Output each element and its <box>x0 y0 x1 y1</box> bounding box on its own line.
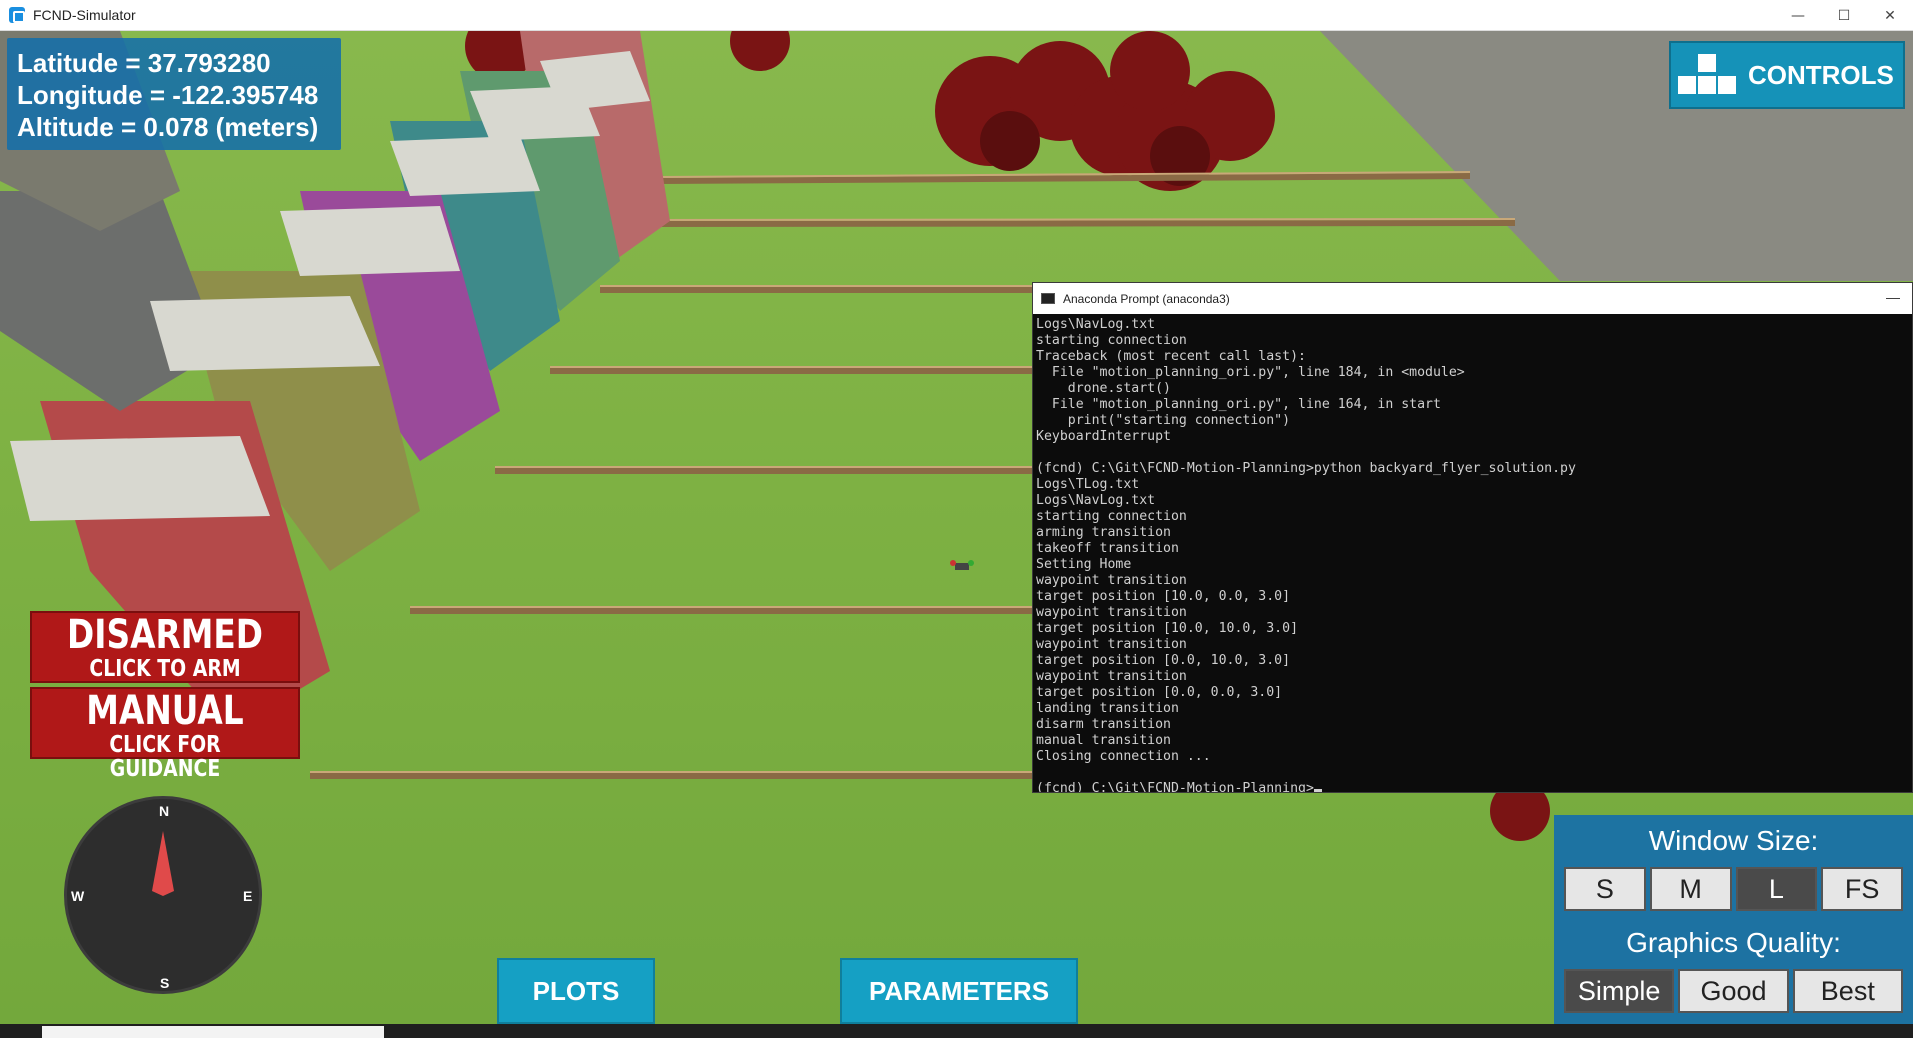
plots-label: PLOTS <box>532 975 620 1006</box>
taskbar-search[interactable] <box>42 1026 384 1038</box>
terminal-line: Logs\TLog.txt <box>1036 477 1140 492</box>
terminal-line: drone.start() <box>1036 381 1171 396</box>
terminal-line: Closing connection ... <box>1036 749 1211 764</box>
controls-button[interactable]: CONTROLS <box>1669 41 1905 109</box>
window-titlebar: FCND-Simulator — ☐ ✕ <box>0 0 1913 31</box>
drone-marker <box>950 560 974 570</box>
mode-status-title: MANUAL <box>86 688 244 734</box>
terminal-line: Setting Home <box>1036 557 1132 572</box>
window-controls: — ☐ ✕ <box>1775 0 1913 31</box>
taskbar <box>0 1024 1913 1038</box>
parameters-label: PARAMETERS <box>868 975 1050 1006</box>
terminal-icon <box>1041 293 1055 304</box>
controls-label: CONTROLS <box>1748 59 1894 90</box>
terminal-line: target position [10.0, 10.0, 3.0] <box>1036 621 1299 636</box>
terminal-titlebar: Anaconda Prompt (anaconda3) — <box>1033 283 1912 314</box>
altitude-label: Altitude = 0.078 (meters) <box>17 112 319 142</box>
terminal-line: starting connection <box>1036 333 1187 348</box>
terminal-line: Traceback (most recent call last): <box>1036 349 1306 364</box>
graphics-simple-button[interactable]: Simple <box>1564 969 1675 1013</box>
terminal-minimize-button[interactable]: — <box>1886 289 1900 305</box>
terminal-line: target position [0.0, 10.0, 3.0] <box>1036 653 1291 668</box>
window-size-m-button[interactable]: M <box>1649 867 1732 911</box>
window-size-heading: Window Size: <box>1648 825 1819 856</box>
terminal-line: waypoint transition <box>1036 573 1187 588</box>
terminal-window[interactable]: Anaconda Prompt (anaconda3) — Logs\NavLo… <box>1032 282 1913 793</box>
mode-toggle-button[interactable]: MANUAL CLICK FOR GUIDANCE <box>30 687 300 781</box>
parameters-button[interactable]: PARAMETERS <box>840 958 1078 1024</box>
arm-status-subtitle: CLICK TO ARM <box>89 656 241 682</box>
settings-panel: Window Size: S M L FS Graphics Quality: … <box>1554 815 1913 1024</box>
terminal-line: waypoint transition <box>1036 669 1187 684</box>
window-size-s-button[interactable]: S <box>1564 867 1646 911</box>
compass-needle-icon <box>152 831 174 896</box>
longitude-label: Longitude = -122.395748 <box>17 80 319 110</box>
terminal-line: waypoint transition <box>1036 605 1187 620</box>
terminal-line: (fcnd) C:\Git\FCND-Motion-Planning>pytho… <box>1036 461 1576 476</box>
terminal-line: waypoint transition <box>1036 637 1187 652</box>
close-button[interactable]: ✕ <box>1867 0 1913 31</box>
graphics-best-button[interactable]: Best <box>1792 969 1903 1013</box>
graphics-quality-heading: Graphics Quality: <box>1626 927 1841 958</box>
arm-status-title: DISARMED <box>67 612 263 658</box>
terminal-line: takeoff transition <box>1036 541 1179 556</box>
arm-toggle-button[interactable]: DISARMED CLICK TO ARM <box>30 611 300 683</box>
terminal-line: manual transition <box>1036 733 1171 748</box>
latitude-label: Latitude = 37.793280 <box>17 48 271 78</box>
app-icon <box>9 7 25 23</box>
window-size-l-button[interactable]: L <box>1735 867 1818 911</box>
terminal-line: target position [0.0, 0.0, 3.0] <box>1036 685 1283 700</box>
position-readout: Latitude = 37.793280 Longitude = -122.39… <box>7 38 341 150</box>
terminal-line: print("starting connection") <box>1036 413 1291 428</box>
terminal-line: File "motion_planning_ori.py", line 164,… <box>1036 397 1441 412</box>
terminal-line: Logs\NavLog.txt <box>1036 493 1156 508</box>
compass: N S E W <box>64 796 262 994</box>
window-size-options: S M L FS <box>1554 867 1913 911</box>
terminal-line: target position [10.0, 0.0, 3.0] <box>1036 589 1291 604</box>
window-size-fs-button[interactable]: FS <box>1821 867 1903 911</box>
graphics-quality-options: Simple Good Best <box>1554 969 1913 1013</box>
terminal-title: Anaconda Prompt (anaconda3) <box>1063 291 1230 306</box>
terminal-line: Logs\NavLog.txt <box>1036 317 1156 332</box>
mode-status-subtitle: CLICK FOR GUIDANCE <box>109 732 221 782</box>
plots-button[interactable]: PLOTS <box>497 958 655 1024</box>
terminal-line: KeyboardInterrupt <box>1036 429 1171 444</box>
terminal-line: starting connection <box>1036 509 1187 524</box>
window-title: FCND-Simulator <box>33 7 136 23</box>
minimize-button[interactable]: — <box>1775 0 1821 31</box>
terminal-line: landing transition <box>1036 701 1179 716</box>
terminal-line: disarm transition <box>1036 717 1171 732</box>
graphics-good-button[interactable]: Good <box>1678 969 1789 1013</box>
terminal-line: File "motion_planning_ori.py", line 184,… <box>1036 365 1465 380</box>
keyboard-keys-icon <box>1678 52 1736 98</box>
terminal-output[interactable]: Logs\NavLog.txt starting connection Traceb… <box>1033 314 1912 792</box>
maximize-button[interactable]: ☐ <box>1821 0 1867 31</box>
terminal-line: arming transition <box>1036 525 1171 540</box>
terminal-cursor <box>1313 789 1322 792</box>
terminal-line: (fcnd) C:\Git\FCND-Motion-Planning> <box>1036 781 1909 792</box>
